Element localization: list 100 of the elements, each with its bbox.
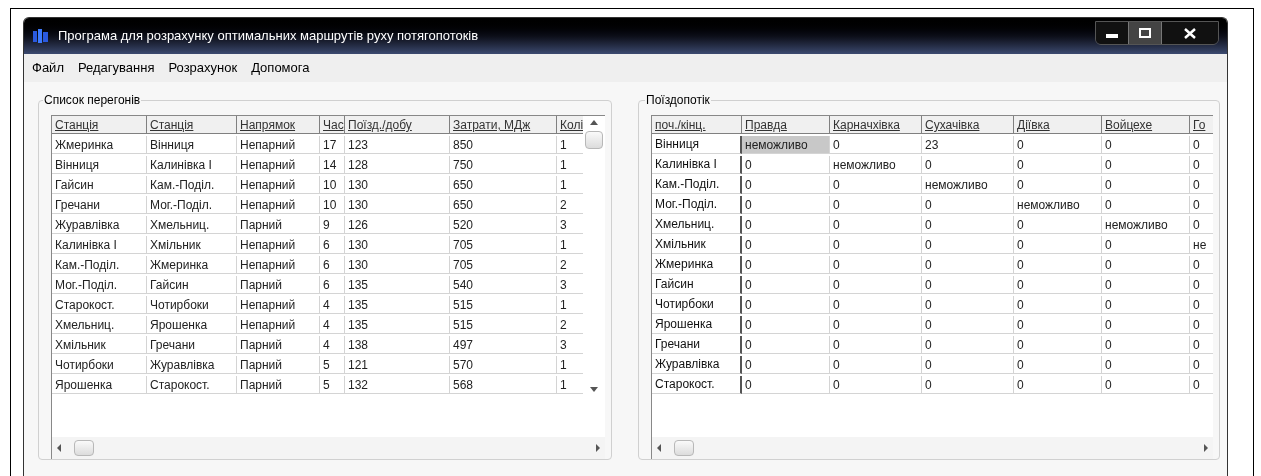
- column-header[interactable]: Діївка: [1014, 116, 1102, 134]
- table-cell: 135: [345, 316, 450, 334]
- table-cell: 750: [450, 156, 557, 174]
- table-cell: 0: [742, 216, 830, 234]
- table-cell: 0: [1014, 216, 1102, 234]
- minimize-button[interactable]: [1096, 22, 1128, 44]
- table-cell: 0: [1190, 136, 1213, 154]
- menu-item[interactable]: Допомога: [251, 58, 310, 78]
- column-header[interactable]: Час: [320, 116, 345, 134]
- table-cell: 0: [1014, 336, 1102, 354]
- table-cell: Вінниця: [147, 136, 237, 154]
- column-header[interactable]: Войцехе: [1102, 116, 1190, 134]
- table-cell: Гайсин: [147, 276, 237, 294]
- window-title: Програма для розрахунку оптимальних маршрутів руху потягопотоків: [58, 27, 479, 46]
- table-cell: 705: [450, 236, 557, 254]
- table-cell: 130: [345, 256, 450, 274]
- scroll-left-icon[interactable]: [656, 444, 662, 452]
- table-cell: 0: [1014, 296, 1102, 314]
- column-header[interactable]: поч./кінц.: [652, 116, 742, 134]
- table-cell: 130: [345, 196, 450, 214]
- scrollbar-thumb[interactable]: [74, 440, 94, 456]
- row-header: Чотирбоки: [652, 296, 742, 314]
- table-cell: 0: [922, 156, 1014, 174]
- scrollbar-thumb[interactable]: [585, 131, 604, 149]
- table-cell: 0: [830, 136, 922, 154]
- scrollbar-thumb[interactable]: [674, 440, 694, 456]
- table-cell: 0: [1014, 256, 1102, 274]
- table-cell: Хмільник: [147, 236, 237, 254]
- scroll-left-icon[interactable]: [56, 444, 62, 452]
- table-cell: 515: [450, 316, 557, 334]
- column-header[interactable]: Го: [1190, 116, 1213, 134]
- maximize-button[interactable]: [1128, 22, 1162, 44]
- column-header[interactable]: Правда: [742, 116, 830, 134]
- table-cell: не: [1190, 236, 1213, 254]
- table-cell: 0: [1014, 356, 1102, 374]
- table-cell: 650: [450, 176, 557, 194]
- table-cell: 0: [1190, 196, 1213, 214]
- table-cell: Ярошенка: [52, 376, 147, 394]
- group-title: Поїздопотік: [645, 93, 711, 107]
- table-cell: 0: [922, 296, 1014, 314]
- table-cell: 0: [922, 256, 1014, 274]
- table-cell: неможливо: [742, 136, 830, 154]
- column-header[interactable]: Напрямок: [237, 116, 320, 134]
- table-cell: 4: [320, 316, 345, 334]
- scroll-up-icon[interactable]: [590, 120, 599, 125]
- table-cell: 0: [830, 356, 922, 374]
- scroll-right-icon[interactable]: [595, 444, 601, 452]
- column-header[interactable]: Станція: [147, 116, 237, 134]
- table-cell: Мог.-Поділ.: [147, 196, 237, 214]
- row-header: Хмільник: [652, 236, 742, 254]
- column-header[interactable]: Сухачівка: [922, 116, 1014, 134]
- table-cell: 0: [922, 336, 1014, 354]
- table-cell: 132: [345, 376, 450, 394]
- table-cell: Хмельниц.: [52, 316, 147, 334]
- table-cell: Непарний: [237, 156, 320, 174]
- table-cell: 0: [1190, 356, 1213, 374]
- table-cell: Чотирбоки: [147, 296, 237, 314]
- table-cell: 9: [320, 216, 345, 234]
- table-cell: 0: [1102, 336, 1190, 354]
- table-cell: 0: [742, 156, 830, 174]
- table-cell: 23: [922, 136, 1014, 154]
- table-cell: Непарний: [237, 136, 320, 154]
- minimize-icon: [1106, 34, 1118, 38]
- table-cell: 0: [1102, 256, 1190, 274]
- table-cell: 0: [830, 236, 922, 254]
- column-header[interactable]: Колі: [557, 116, 584, 134]
- column-header[interactable]: Затрати, МДж: [450, 116, 557, 134]
- table-cell: 0: [1014, 156, 1102, 174]
- table-cell: 0: [830, 256, 922, 274]
- row-header: Ярошенка: [652, 316, 742, 334]
- table-cell: Парний: [237, 276, 320, 294]
- table-cell: 0: [922, 216, 1014, 234]
- table-cell: 520: [450, 216, 557, 234]
- menu-item[interactable]: Файл: [32, 58, 64, 78]
- table-cell: 0: [922, 316, 1014, 334]
- table-cell: неможливо: [1014, 196, 1102, 214]
- table-cell: 126: [345, 216, 450, 234]
- table-cell: Гречани: [147, 336, 237, 354]
- table-cell: Непарний: [237, 296, 320, 314]
- table-cell: 0: [830, 336, 922, 354]
- scroll-down-icon[interactable]: [590, 387, 599, 392]
- column-header[interactable]: Поїзд./добу: [345, 116, 450, 134]
- table-cell: 0: [1102, 136, 1190, 154]
- menu-item[interactable]: Розрахунок: [168, 58, 238, 78]
- table-cell: 0: [1014, 276, 1102, 294]
- close-button[interactable]: [1162, 22, 1218, 44]
- table-cell: неможливо: [1102, 216, 1190, 234]
- scroll-right-icon[interactable]: [1203, 444, 1209, 452]
- table-cell: 650: [450, 196, 557, 214]
- menu-item[interactable]: Редагування: [77, 58, 155, 78]
- table-cell: Вінниця: [52, 156, 147, 174]
- table-cell: 0: [742, 196, 830, 214]
- table-cell: 0: [1102, 296, 1190, 314]
- table-cell: 5: [320, 356, 345, 374]
- row-header: Жмеринка: [652, 256, 742, 274]
- table-cell: Парний: [237, 336, 320, 354]
- column-header[interactable]: Карначхівка: [830, 116, 922, 134]
- row-header: Журавлівка: [652, 356, 742, 374]
- row-header: Гречани: [652, 336, 742, 354]
- column-header[interactable]: Станція: [52, 116, 147, 134]
